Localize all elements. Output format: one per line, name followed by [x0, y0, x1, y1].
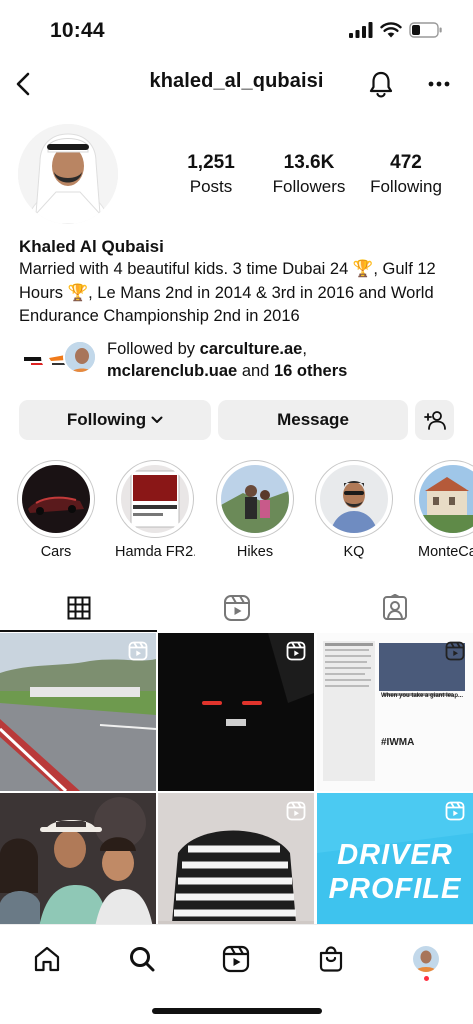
profile-notification-dot [424, 976, 429, 981]
home-icon [34, 946, 60, 972]
chevron-down-icon [151, 416, 163, 423]
highlight-ring [315, 460, 393, 538]
highlight-ring [17, 460, 95, 538]
highlight-label: KQ [343, 544, 365, 560]
highlight-label: Hamda FR2... [115, 544, 195, 560]
highlight-cover-hikes [221, 465, 289, 533]
highlight-cars[interactable]: Cars [16, 460, 96, 560]
reel-badge-icon [445, 801, 465, 821]
profile-full-name: Khaled Al Qubaisi [19, 237, 164, 256]
nav-search[interactable] [122, 939, 162, 979]
highlight-cover-cars [22, 465, 90, 533]
status-bar: 10:44 [0, 0, 473, 58]
following-count-label: Following [370, 177, 442, 196]
post-tile[interactable] [0, 633, 156, 791]
nav-reels[interactable] [216, 939, 256, 979]
followed-by-row[interactable]: Followed by carculture.ae, mclarenclub.u… [19, 338, 459, 380]
active-tab-indicator [0, 630, 157, 632]
reels-icon [223, 595, 250, 621]
reels-icon [222, 945, 250, 973]
tab-tagged[interactable] [316, 584, 473, 632]
profile-username: khaled_al_qubaisi [149, 70, 324, 92]
search-icon [130, 947, 155, 972]
home-indicator[interactable] [152, 1008, 322, 1014]
highlight-hamda[interactable]: Hamda FR2... [115, 460, 195, 560]
driver-profile-line1: DRIVER [337, 839, 453, 871]
battery-icon [409, 22, 442, 38]
posts-count-label: Posts [189, 177, 233, 196]
reel-badge-icon [286, 641, 306, 661]
bottom-navigation [0, 924, 473, 1024]
followed-by-user-1[interactable]: carculture.ae [200, 340, 303, 358]
following-button-label: Following [66, 410, 147, 429]
nav-profile[interactable] [406, 939, 446, 979]
status-icons [349, 22, 443, 38]
status-time: 10:44 [50, 19, 105, 42]
cellular-signal-icon [349, 22, 373, 38]
highlight-hikes[interactable]: Hikes [215, 460, 295, 560]
post-article-hashtag: #IWMA [381, 737, 415, 748]
tab-reels[interactable] [158, 584, 315, 632]
shopping-bag-icon [319, 946, 343, 972]
post-tile[interactable] [158, 633, 314, 791]
profile-avatar-icon [413, 946, 439, 972]
posts-count-value: 1,251 [187, 152, 235, 173]
message-button[interactable]: Message [218, 400, 408, 440]
following-count[interactable]: 472 Following [364, 152, 448, 197]
bell-icon [369, 71, 393, 98]
followed-by-text: Followed by carculture.ae, mclarenclub.u… [107, 338, 347, 382]
mutual-followers-avatars [19, 340, 99, 376]
following-count-value: 472 [390, 152, 422, 173]
post-tile[interactable]: When you take a giant leap... #IWMA [317, 633, 473, 791]
highlight-label: Hikes [236, 544, 274, 560]
message-button-label: Message [277, 410, 349, 429]
highlight-kq[interactable]: KQ [314, 460, 394, 560]
followed-by-separator: , [302, 340, 307, 358]
profile-avatar[interactable] [18, 124, 118, 224]
reel-badge-icon [286, 801, 306, 821]
suggested-users-button[interactable] [415, 400, 454, 440]
highlight-label: Cars [40, 544, 72, 560]
followers-count-label: Followers [272, 177, 346, 196]
profile-header: khaled_al_qubaisi [0, 62, 473, 106]
highlight-cover-montecarlo [419, 465, 473, 533]
profile-content-tabs [0, 584, 473, 632]
nav-shop[interactable] [311, 939, 351, 979]
followed-by-user-2[interactable]: mclarenclub.uae [107, 362, 237, 380]
reel-badge-icon [445, 641, 465, 661]
nav-home[interactable] [27, 939, 67, 979]
grid-icon [67, 596, 90, 620]
post-article-title: When you take a giant leap... [381, 693, 464, 699]
tab-posts-grid[interactable] [0, 584, 157, 632]
reel-badge-icon [128, 641, 148, 661]
highlight-ring [216, 460, 294, 538]
followed-by-others[interactable]: 16 others [274, 362, 347, 380]
driver-profile-line2: PROFILE [328, 873, 462, 905]
more-options-button[interactable] [424, 67, 454, 101]
notifications-button[interactable] [366, 67, 396, 101]
highlight-ring [116, 460, 194, 538]
highlight-ring [414, 460, 473, 538]
tagged-person-icon [382, 594, 407, 620]
profile-bio: Married with 4 beautiful kids. 3 time Du… [19, 260, 436, 325]
followers-count-value: 13.6K [283, 152, 335, 173]
mutual-avatar-other [63, 340, 97, 374]
add-user-icon [423, 411, 446, 430]
followers-count[interactable]: 13.6K Followers [266, 152, 352, 197]
highlight-label: MonteCa [418, 544, 473, 560]
following-button[interactable]: Following [19, 400, 211, 440]
wifi-icon [380, 22, 402, 38]
profile-photo [18, 124, 118, 224]
followed-by-prefix: Followed by [107, 340, 200, 358]
highlight-montecarlo[interactable]: MonteCa [412, 460, 473, 560]
more-horizontal-icon [428, 81, 450, 87]
followed-by-and: and [237, 362, 274, 380]
posts-count[interactable]: 1,251 Posts [178, 152, 244, 197]
highlight-cover-kq [320, 465, 388, 533]
highlight-cover-hamda [121, 465, 189, 533]
